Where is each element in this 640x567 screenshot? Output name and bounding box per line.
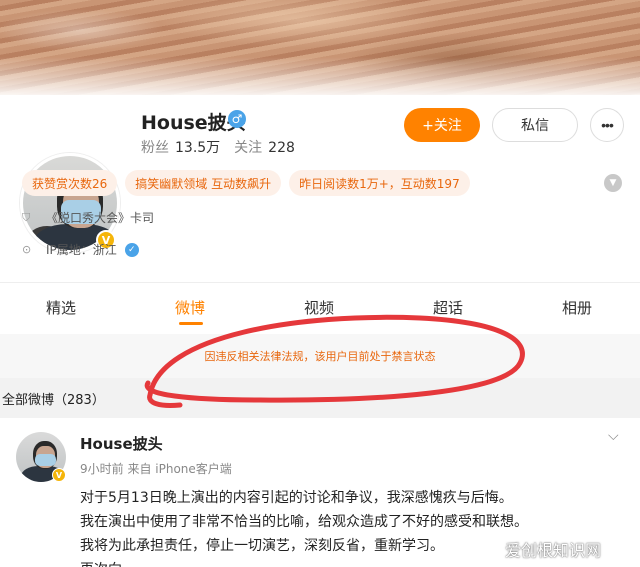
tab-album[interactable]: 相册 [562,297,592,318]
male-gender-icon: ♂ [228,110,246,128]
active-tab-indicator [179,322,203,325]
post-author[interactable]: House披头 [80,433,163,454]
divider [0,282,640,283]
tab-weibo[interactable]: 微博 [175,297,205,318]
profile-card: V House披头 ♂ 粉丝 13.5万 关注 228 +关注 私信 ••• 获赞赏… [0,95,640,567]
chevron-down-icon[interactable]: ⌵ [608,428,619,444]
follow-button[interactable]: +关注 [404,108,480,142]
profile-info-ip: ⊙ IP属地：浙江 ✓ [22,241,139,258]
post-line: 对于5月13日晚上演出的内容引起的讨论和争议，我深感愧疚与后悔。 [80,490,513,506]
location-icon: ⊙ [22,243,32,256]
post-meta: 9小时前 来自 iPhone客户端 [80,462,232,476]
profile-banner [0,0,640,95]
tag-item[interactable]: 获赞赏次数26 [22,170,118,196]
all-posts-count: 全部微博（283） [2,393,105,408]
tag-item[interactable]: 搞笑幽默领域 互动数飙升 [125,170,282,196]
verified-badge-icon: V [52,468,66,482]
following-count[interactable]: 关注 228 [234,137,295,157]
profile-tabs: 精选 微博 视频 超话 相册 [0,290,640,334]
tab-supertopic[interactable]: 超话 [433,297,463,318]
tab-featured[interactable]: 精选 [46,297,76,318]
post-line: 我在演出中使用了非常不恰当的比喻，给观众造成了不好的感受和联想。 [80,514,528,530]
chevron-down-icon[interactable]: ▼ [604,174,622,192]
fans-count[interactable]: 粉丝 13.5万 [141,137,220,157]
profile-stats: 粉丝 13.5万 关注 228 [141,137,295,157]
achievement-tags: 获赞赏次数26 搞笑幽默领域 互动数飙升 昨日阅读数1万+，互动数197 [22,170,470,196]
more-options-button[interactable]: ••• [590,108,624,142]
tag-item[interactable]: 昨日阅读数1万+，互动数197 [289,170,470,196]
shield-icon: ⛉ [22,210,31,224]
profile-info-cast: ⛉ 《脱口秀大会》卡司 [22,210,155,226]
ban-notice: 因违反相关法律法规，该用户目前处于禁言状态 [204,350,436,363]
tab-video[interactable]: 视频 [304,297,334,318]
watermark: 爱创根知识网 [505,541,602,560]
verified-check-icon: ✓ [124,242,139,257]
message-button[interactable]: 私信 [492,108,578,142]
